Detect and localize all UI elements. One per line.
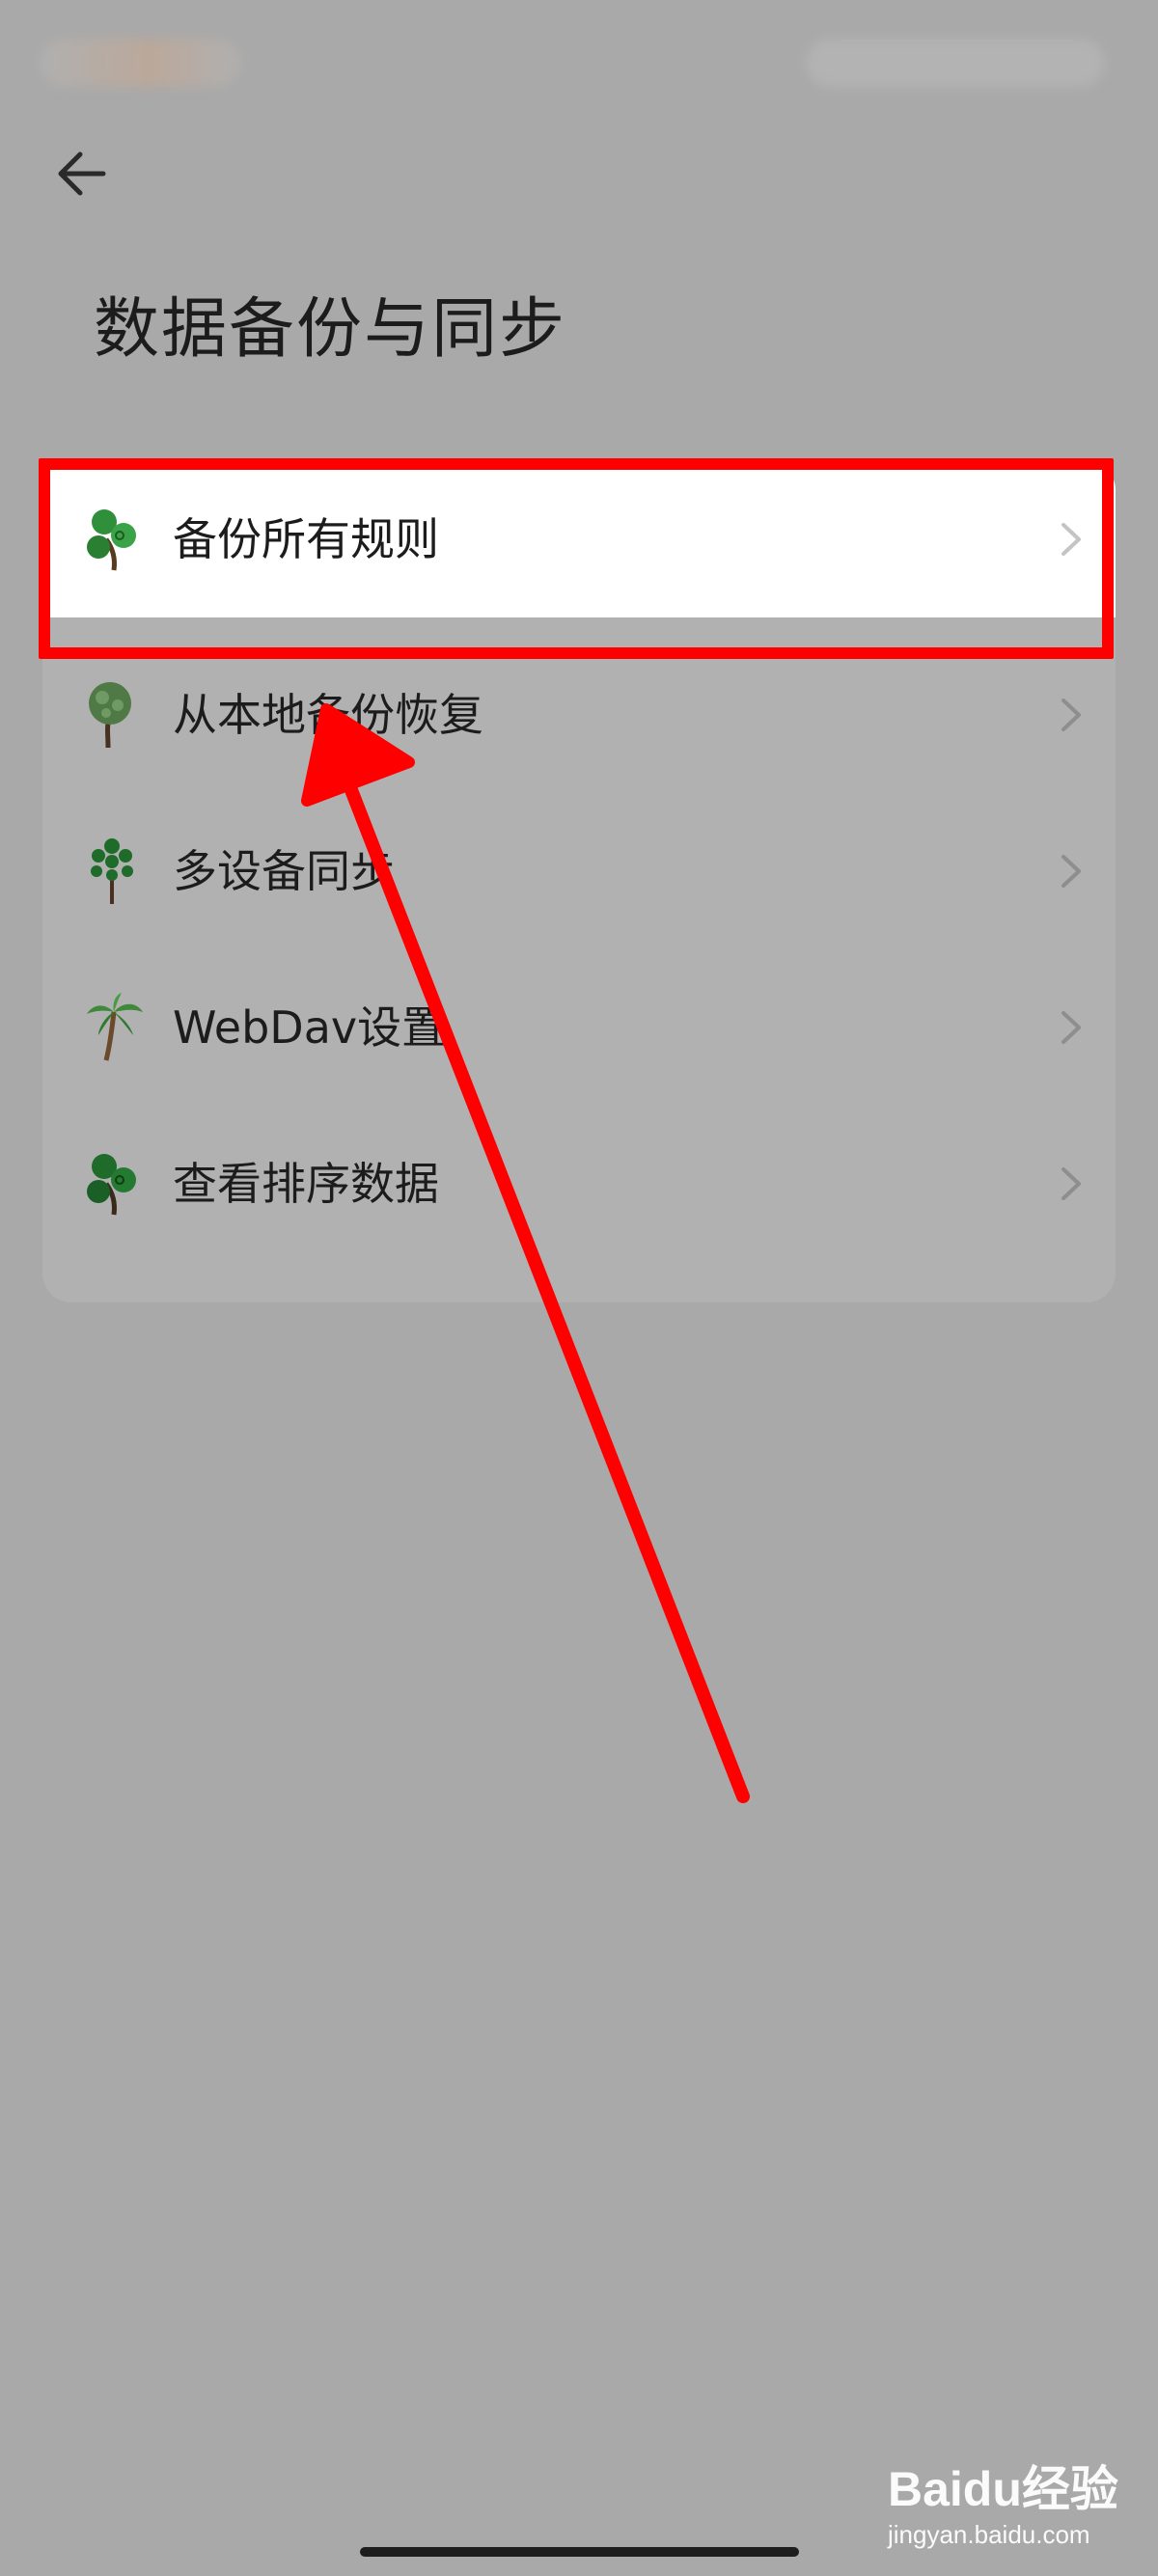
status-bar-blurred-left (39, 39, 241, 87)
tree-icon (87, 1154, 136, 1216)
back-button[interactable] (48, 140, 116, 207)
chevron-right-icon (1062, 1167, 1081, 1200)
menu-item-label: 多设备同步 (173, 845, 395, 897)
chevron-right-icon (1062, 699, 1081, 731)
status-bar-blurred-right (806, 39, 1105, 87)
highlight-annotation-box (39, 458, 1114, 659)
menu-item-multi-device-sync[interactable]: 多设备同步 (42, 793, 1116, 949)
watermark-text: jingyan.baidu.com (888, 2520, 1090, 2549)
chevron-right-icon (1062, 1011, 1081, 1044)
menu-item-restore-from-local[interactable]: 从本地备份恢复 (42, 637, 1116, 793)
menu-item-label: 从本地备份恢复 (173, 689, 483, 741)
page-title: 数据备份与同步 (94, 291, 567, 368)
menu-item-webdav-settings[interactable]: WebDav设置 (42, 949, 1116, 1106)
menu-item-label: WebDav设置 (173, 1001, 447, 1054)
palm-tree-icon (87, 993, 143, 1061)
baidu-jingyan-watermark: Baidu经验 jingyan.baidu.com (888, 2441, 1139, 2557)
tree-icon (89, 682, 131, 749)
chevron-right-icon (1062, 855, 1081, 888)
home-indicator[interactable] (360, 2547, 799, 2557)
status-bar (0, 0, 1158, 125)
tree-icon (91, 838, 133, 904)
menu-item-label: 查看排序数据 (173, 1158, 439, 1210)
watermark-logo: Baidu经验 (888, 2462, 1118, 2516)
menu-item-view-sort-data[interactable]: 查看排序数据 (42, 1106, 1116, 1262)
back-arrow-icon (58, 151, 106, 196)
